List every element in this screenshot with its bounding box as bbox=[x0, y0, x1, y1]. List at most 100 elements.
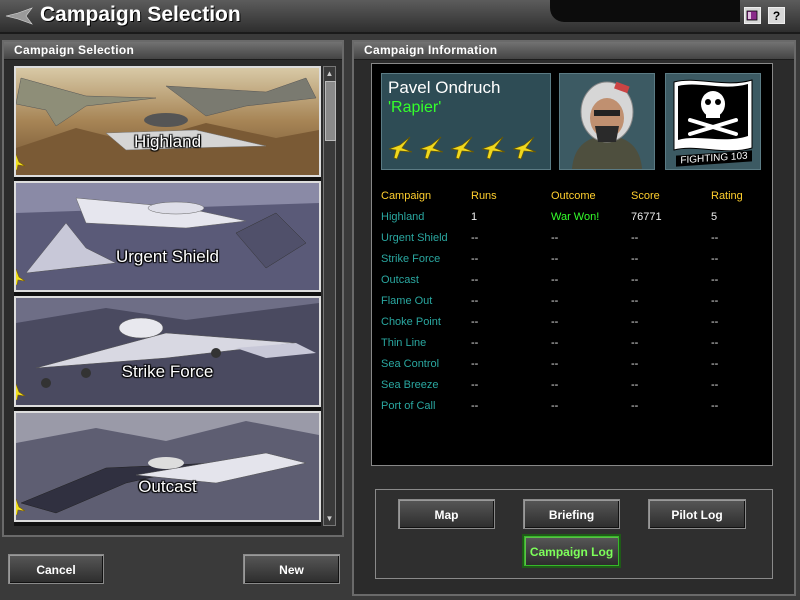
table-row: Thin Line -- -- -- -- bbox=[381, 337, 761, 358]
campaign-name-cell: Strike Force bbox=[381, 253, 441, 265]
column-header: Rating bbox=[711, 190, 743, 202]
jet-icon bbox=[16, 154, 25, 170]
rank-jet-icon bbox=[450, 136, 475, 160]
table-row: Strike Force -- -- -- -- bbox=[381, 253, 761, 274]
campaign-list[interactable]: Highland Urgent Shield Strike Force Outc… bbox=[14, 66, 321, 526]
campaign-selection-header: Campaign Selection bbox=[4, 42, 342, 60]
rank-jet-icon bbox=[419, 136, 444, 160]
column-header: Outcome bbox=[551, 190, 596, 202]
table-cell: -- bbox=[471, 337, 479, 349]
title-decoration bbox=[550, 0, 740, 22]
table-row: Outcast -- -- -- -- bbox=[381, 274, 761, 295]
pilot-callsign: 'Rapier' bbox=[388, 99, 442, 116]
rank-jet-icon bbox=[388, 136, 413, 160]
scroll-thumb[interactable] bbox=[325, 81, 336, 141]
campaign-item-strike-force[interactable]: Strike Force bbox=[14, 296, 321, 407]
campaign-name-cell: Urgent Shield bbox=[381, 232, 448, 244]
briefing-button[interactable]: Briefing bbox=[523, 499, 620, 529]
title-bar: Campaign Selection ? bbox=[0, 0, 800, 34]
table-cell: -- bbox=[471, 316, 479, 328]
cancel-button[interactable]: Cancel bbox=[8, 554, 104, 584]
table-cell: -- bbox=[471, 253, 479, 265]
squadron-patch: FIGHTING 103 bbox=[665, 73, 761, 170]
map-button[interactable]: Map bbox=[398, 499, 495, 529]
table-cell: -- bbox=[711, 274, 719, 286]
campaign-name-cell: Thin Line bbox=[381, 337, 427, 349]
table-cell: -- bbox=[551, 379, 559, 391]
table-cell: 76771 bbox=[631, 211, 662, 223]
pilot-card: Pavel Ondruch 'Rapier' bbox=[381, 73, 551, 170]
campaign-list-scrollbar[interactable]: ▲ ▼ bbox=[323, 66, 336, 526]
table-cell: -- bbox=[711, 253, 719, 265]
scroll-down-icon[interactable]: ▼ bbox=[325, 513, 334, 524]
table-cell: -- bbox=[551, 316, 559, 328]
campaign-label: Highland bbox=[133, 132, 202, 151]
table-cell: -- bbox=[551, 337, 559, 349]
window-title: Campaign Selection bbox=[40, 3, 241, 26]
campaign-label: Outcast bbox=[138, 477, 197, 496]
column-header: Score bbox=[631, 190, 660, 202]
column-header: Campaign bbox=[381, 190, 432, 202]
table-cell: -- bbox=[551, 295, 559, 307]
table-header-row: Campaign Runs Outcome Score Rating bbox=[381, 190, 761, 211]
table-row: Sea Control -- -- -- -- bbox=[381, 358, 761, 379]
table-cell: -- bbox=[631, 379, 639, 391]
campaign-log-button[interactable]: Campaign Log bbox=[524, 536, 619, 566]
table-cell: -- bbox=[551, 274, 559, 286]
table-row: Choke Point -- -- -- -- bbox=[381, 316, 761, 337]
campaign-name-cell: Sea Breeze bbox=[381, 379, 439, 391]
table-cell: -- bbox=[471, 358, 479, 370]
table-cell: -- bbox=[551, 232, 559, 244]
table-cell: -- bbox=[711, 358, 719, 370]
table-cell: -- bbox=[631, 295, 639, 307]
help-button[interactable]: ? bbox=[768, 7, 785, 24]
rank-icons bbox=[388, 136, 538, 160]
table-row: Sea Breeze -- -- -- -- bbox=[381, 379, 761, 400]
scroll-up-icon[interactable]: ▲ bbox=[325, 68, 334, 79]
campaign-item-outcast[interactable]: Outcast bbox=[14, 411, 321, 522]
table-cell: -- bbox=[631, 316, 639, 328]
table-cell: -- bbox=[711, 295, 719, 307]
campaign-name-cell: Highland bbox=[381, 211, 425, 223]
table-cell: -- bbox=[551, 358, 559, 370]
table-row: Urgent Shield -- -- -- -- bbox=[381, 232, 761, 253]
table-cell: -- bbox=[551, 400, 559, 412]
table-cell: -- bbox=[471, 295, 479, 307]
table-cell: -- bbox=[631, 253, 639, 265]
column-header: Runs bbox=[471, 190, 497, 202]
pilot-name: Pavel Ondruch bbox=[388, 78, 501, 97]
table-cell: -- bbox=[711, 379, 719, 391]
rank-jet-icon bbox=[512, 136, 537, 160]
table-cell: -- bbox=[631, 232, 639, 244]
campaign-name-cell: Sea Control bbox=[381, 358, 440, 370]
campaign-information-header: Campaign Information bbox=[354, 42, 794, 60]
table-cell: -- bbox=[631, 358, 639, 370]
table-cell: -- bbox=[711, 337, 719, 349]
jet-icon bbox=[16, 384, 25, 400]
pilot-log-button[interactable]: Pilot Log bbox=[648, 499, 746, 529]
table-cell: -- bbox=[631, 274, 639, 286]
jet-icon bbox=[16, 269, 25, 285]
table-cell: 5 bbox=[711, 211, 718, 223]
jet-logo-icon bbox=[5, 7, 33, 25]
table-cell: -- bbox=[551, 253, 559, 265]
table-cell: -- bbox=[631, 400, 639, 412]
table-cell: -- bbox=[711, 316, 719, 328]
campaign-name-cell: Choke Point bbox=[381, 316, 441, 328]
table-cell: -- bbox=[471, 232, 479, 244]
urgent-shield-image bbox=[16, 183, 319, 290]
campaign-name-cell: Outcast bbox=[381, 274, 419, 286]
highland-image bbox=[16, 68, 319, 175]
new-button[interactable]: New bbox=[243, 554, 340, 584]
table-cell: -- bbox=[711, 232, 719, 244]
campaign-label: Urgent Shield bbox=[115, 247, 219, 266]
campaign-item-urgent-shield[interactable]: Urgent Shield bbox=[14, 181, 321, 292]
campaign-stats-table: Campaign Runs Outcome Score Rating Highl… bbox=[381, 190, 761, 421]
table-cell: -- bbox=[471, 379, 479, 391]
campaign-name-cell: Port of Call bbox=[381, 400, 436, 412]
campaign-item-highland[interactable]: Highland bbox=[14, 66, 321, 177]
pilot-portrait bbox=[559, 73, 655, 170]
strike-force-image bbox=[16, 298, 319, 405]
book-icon[interactable] bbox=[744, 7, 761, 24]
jet-icon bbox=[16, 499, 25, 515]
